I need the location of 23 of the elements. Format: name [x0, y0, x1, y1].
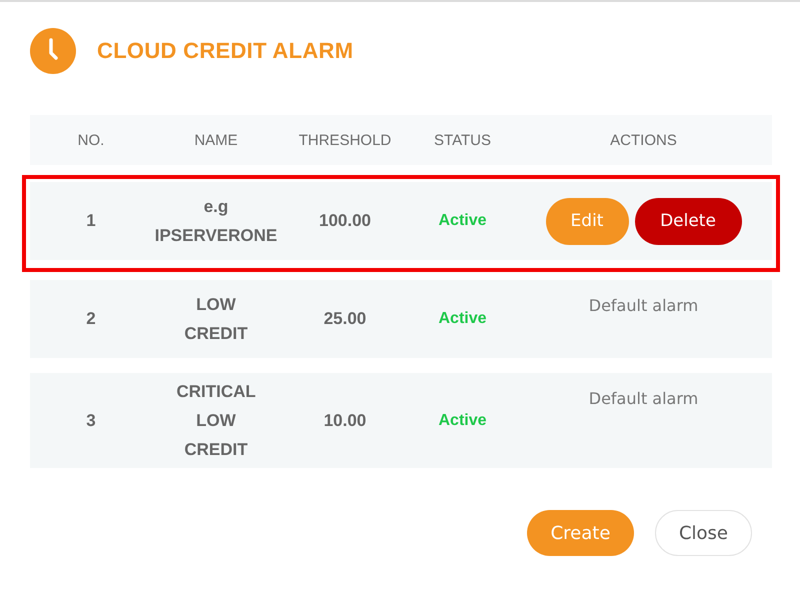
- table-cell-text: e.g IPSERVERONE: [154, 196, 278, 247]
- column-header: NO.: [78, 132, 104, 148]
- table-cell-text: CRITICAL LOW CREDIT: [176, 381, 256, 461]
- column-header: ACTIONS: [610, 132, 677, 148]
- table-cell: 100.00: [319, 211, 371, 231]
- table-cell: 1: [86, 211, 96, 231]
- clock-icon: [30, 28, 76, 74]
- dialog-title: CLOUD CREDIT ALARM: [97, 38, 354, 64]
- status-label: Active: [438, 212, 487, 230]
- table-cell: Default alarm: [588, 389, 698, 408]
- table-cell-text: LOW CREDIT: [184, 294, 248, 345]
- table-cell: 25.00: [324, 309, 366, 329]
- table-cell: 2: [86, 309, 96, 329]
- table-cell: Default alarm: [588, 296, 698, 315]
- close-button[interactable]: Close: [655, 510, 752, 556]
- status-label: Active: [438, 412, 487, 430]
- status-label: Active: [438, 310, 487, 328]
- column-header: THRESHOLD: [298, 132, 392, 148]
- column-header: NAME: [194, 132, 238, 148]
- table-cell: 3: [86, 410, 96, 430]
- delete-button[interactable]: Delete: [634, 198, 742, 244]
- table-cell: 10.00: [324, 410, 366, 430]
- column-header: STATUS: [434, 132, 491, 148]
